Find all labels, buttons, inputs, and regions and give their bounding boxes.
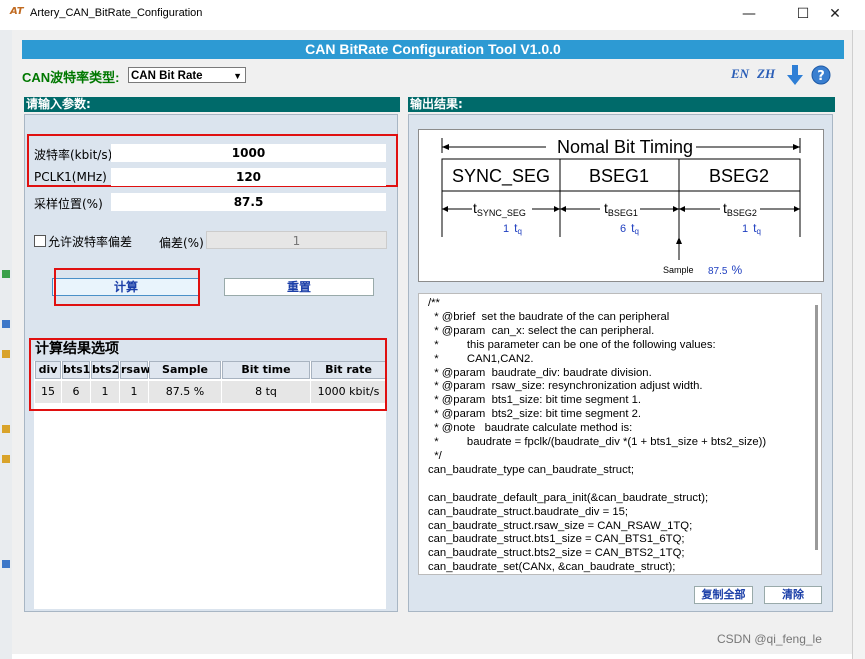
background-icon: [2, 320, 10, 328]
deviation-input[interactable]: 1: [206, 231, 387, 249]
type-select-value: CAN Bit Rate: [131, 70, 203, 82]
bit-timing-figure: Nomal Bit Timing SYNC_SEG BSEG1 BSEG2 tS…: [441, 135, 801, 277]
download-arrow-icon[interactable]: [786, 64, 804, 86]
t-sync-label: tSYNC_SEG: [473, 200, 526, 218]
deviation-label: 偏差(%): [159, 236, 204, 250]
highlight-box: [29, 338, 387, 411]
tool-header: CAN BitRate Configuration Tool V1.0.0: [22, 40, 844, 59]
clear-button[interactable]: 清除: [764, 586, 822, 604]
type-label: CAN波特率类型:: [22, 70, 120, 85]
english-language-icon[interactable]: EN: [731, 66, 749, 82]
highlight-box: [54, 268, 200, 306]
copy-all-button[interactable]: 复制全部: [694, 586, 753, 604]
sample-input[interactable]: 87.5: [111, 193, 386, 211]
diagram-title: Nomal Bit Timing: [557, 137, 693, 157]
baud-label: 波特率(kbit/s): [34, 148, 113, 162]
sample-label: Sample: [663, 265, 694, 275]
type-select[interactable]: CAN Bit Rate ▼: [128, 67, 246, 83]
pclk-input[interactable]: 120: [111, 168, 386, 186]
svg-text:?: ?: [817, 69, 825, 84]
sync-tq-value: 1 tq: [503, 221, 522, 236]
background-window-strip: [852, 30, 865, 659]
reset-button[interactable]: 重置: [224, 278, 374, 296]
bseg1-tq-value: 6 tq: [620, 221, 639, 236]
background-icon: [2, 350, 10, 358]
background-icon: [2, 270, 10, 278]
t-bseg1-label: tBSEG1: [604, 200, 638, 218]
baud-input[interactable]: 1000: [111, 144, 386, 162]
background-icon: [2, 425, 10, 433]
input-section-header: 请输入参数:: [24, 97, 400, 112]
bseg2-tq-value: 1 tq: [742, 221, 761, 236]
allow-deviation-checkbox[interactable]: [34, 235, 46, 247]
close-button[interactable]: ✕: [812, 0, 858, 28]
allow-deviation-label: 允许波特率偏差: [48, 235, 133, 249]
sample-label: 采样位置(%): [34, 197, 103, 211]
output-section-header: 输出结果:: [408, 97, 835, 112]
background-icon: [2, 455, 10, 463]
scrollbar[interactable]: [815, 305, 818, 550]
background-icon: [2, 560, 10, 568]
bseg1-label: BSEG1: [589, 166, 649, 186]
minimize-button[interactable]: —: [726, 0, 772, 28]
background-window-strip: [0, 30, 12, 659]
sync-seg-label: SYNC_SEG: [452, 166, 550, 187]
chevron-down-icon: ▼: [233, 71, 242, 81]
sample-value: 87.5%: [708, 263, 742, 277]
pclk-label: PCLK1(MHz): [34, 170, 107, 184]
bseg2-label: BSEG2: [709, 166, 769, 186]
window-title: Artery_CAN_BitRate_Configuration: [30, 7, 203, 19]
help-icon[interactable]: ?: [811, 65, 831, 85]
chinese-language-icon[interactable]: ZH: [757, 66, 775, 82]
t-bseg2-label: tBSEG2: [723, 200, 757, 218]
code-text[interactable]: /** * @brief set the baudrate of the can…: [428, 297, 766, 575]
watermark: CSDN @qi_feng_le: [717, 632, 822, 646]
app-icon: AT: [10, 6, 24, 17]
